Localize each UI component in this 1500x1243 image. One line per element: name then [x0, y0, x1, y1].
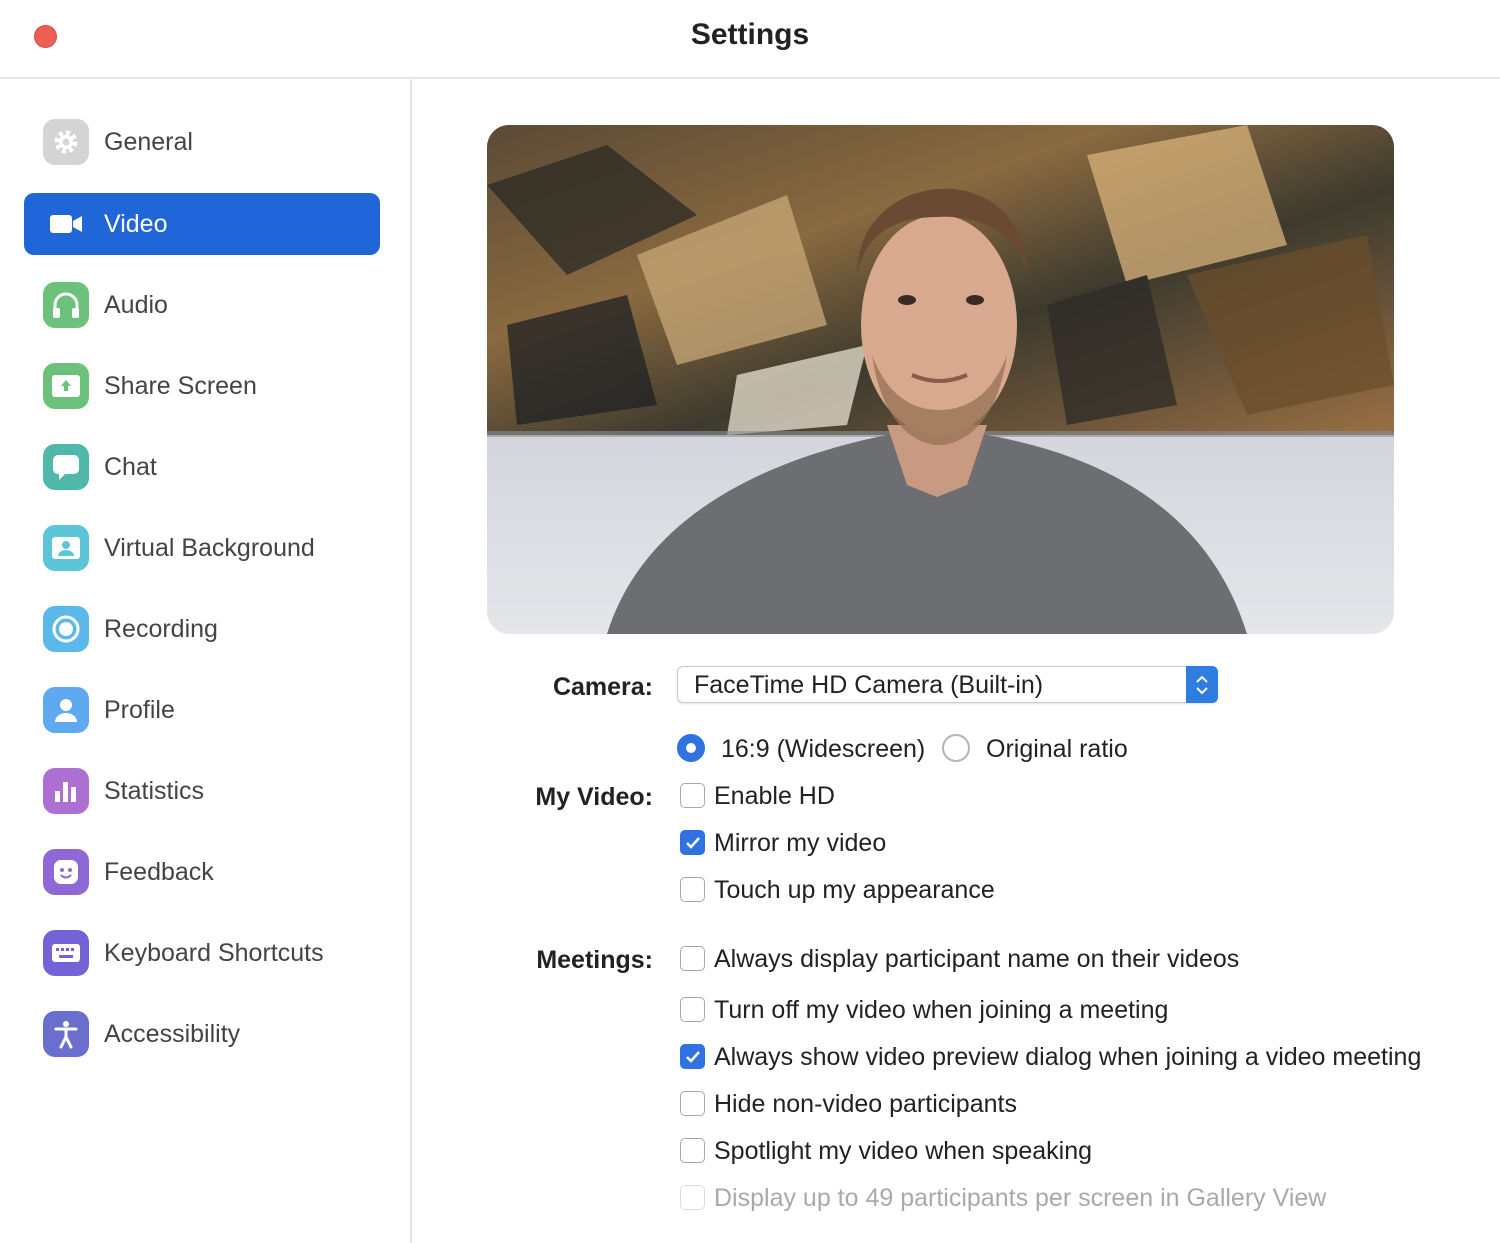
- radio-original-ratio-label: Original ratio: [986, 735, 1128, 763]
- bar-chart-icon: [43, 768, 89, 814]
- checkmark-icon: [686, 837, 700, 849]
- sidebar-item-keyboard-shortcuts[interactable]: Keyboard Shortcuts: [24, 922, 380, 984]
- gallery-49-participants-checkbox: [680, 1185, 705, 1210]
- chat-bubble-icon: [43, 444, 89, 490]
- share-screen-icon: [43, 363, 89, 409]
- show-video-preview-checkbox[interactable]: [680, 1044, 705, 1069]
- sidebar-item-label: Chat: [104, 453, 157, 481]
- camera-select[interactable]: FaceTime HD Camera (Built-in): [677, 666, 1218, 703]
- sidebar-item-label: Profile: [104, 696, 175, 724]
- mirror-video-label: Mirror my video: [714, 829, 887, 857]
- touch-up-appearance-checkbox[interactable]: [680, 877, 705, 902]
- sidebar-item-accessibility[interactable]: Accessibility: [24, 1003, 380, 1065]
- sidebar-item-feedback[interactable]: Feedback: [24, 841, 380, 903]
- sidebar-item-label: Share Screen: [104, 372, 257, 400]
- radio-widescreen-label: 16:9 (Widescreen): [721, 735, 926, 763]
- gear-icon: [43, 119, 89, 165]
- turn-off-video-joining-checkbox[interactable]: [680, 997, 705, 1022]
- sidebar-item-general[interactable]: General: [24, 111, 380, 173]
- virtual-background-icon: [43, 525, 89, 571]
- sidebar-item-label: Statistics: [104, 777, 205, 805]
- window-title: Settings: [690, 18, 810, 51]
- sidebar-item-audio[interactable]: Audio: [24, 274, 380, 336]
- display-participant-name-checkbox[interactable]: [680, 946, 705, 971]
- spotlight-video-label: Spotlight my video when speaking: [714, 1137, 1093, 1165]
- meetings-label: Meetings:: [536, 946, 653, 974]
- my-video-label: My Video:: [535, 783, 653, 811]
- headphones-icon: [43, 282, 89, 328]
- sidebar-item-label: Keyboard Shortcuts: [104, 939, 324, 967]
- sidebar-item-share-screen[interactable]: Share Screen: [24, 355, 380, 417]
- record-icon: [43, 606, 89, 652]
- chevron-up-down-icon[interactable]: [1186, 666, 1218, 703]
- spotlight-video-checkbox[interactable]: [680, 1138, 705, 1163]
- settings-sidebar: General Video Audio Share Screen Chat Vi…: [0, 79, 412, 1243]
- sidebar-item-chat[interactable]: Chat: [24, 436, 380, 498]
- sidebar-item-virtual-background[interactable]: Virtual Background: [24, 517, 380, 579]
- sidebar-item-video[interactable]: Video: [24, 193, 380, 255]
- sidebar-item-label: Audio: [104, 291, 168, 319]
- camera-preview: [487, 125, 1394, 634]
- turn-off-video-joining-label: Turn off my video when joining a meeting: [714, 996, 1169, 1024]
- radio-original-ratio[interactable]: [942, 734, 970, 762]
- sidebar-item-label: Feedback: [104, 858, 214, 886]
- radio-widescreen[interactable]: [677, 734, 705, 762]
- enable-hd-label: Enable HD: [714, 782, 835, 810]
- sidebar-item-label: Video: [104, 210, 168, 238]
- sidebar-item-label: Virtual Background: [104, 534, 315, 562]
- sidebar-item-label: Recording: [104, 615, 218, 643]
- gallery-49-participants-label: Display up to 49 participants per screen…: [714, 1184, 1327, 1212]
- touch-up-appearance-label: Touch up my appearance: [714, 876, 995, 904]
- video-camera-icon: [43, 201, 89, 247]
- profile-icon: [43, 687, 89, 733]
- checkmark-icon: [686, 1051, 700, 1063]
- hide-non-video-label: Hide non-video participants: [714, 1090, 1017, 1118]
- sidebar-item-profile[interactable]: Profile: [24, 679, 380, 741]
- sidebar-item-label: Accessibility: [104, 1020, 241, 1048]
- enable-hd-checkbox[interactable]: [680, 783, 705, 808]
- display-participant-name-label: Always display participant name on their…: [714, 945, 1240, 973]
- sidebar-item-recording[interactable]: Recording: [24, 598, 380, 660]
- sidebar-item-statistics[interactable]: Statistics: [24, 760, 380, 822]
- title-bar: Settings: [0, 0, 1500, 79]
- smiley-icon: [43, 849, 89, 895]
- show-video-preview-label: Always show video preview dialog when jo…: [714, 1043, 1422, 1071]
- camera-label: Camera:: [552, 673, 653, 701]
- accessibility-icon: [43, 1011, 89, 1057]
- camera-select-value: FaceTime HD Camera (Built-in): [694, 671, 1044, 699]
- keyboard-icon: [43, 930, 89, 976]
- hide-non-video-checkbox[interactable]: [680, 1091, 705, 1116]
- mirror-video-checkbox[interactable]: [680, 830, 705, 855]
- sidebar-item-label: General: [104, 128, 193, 156]
